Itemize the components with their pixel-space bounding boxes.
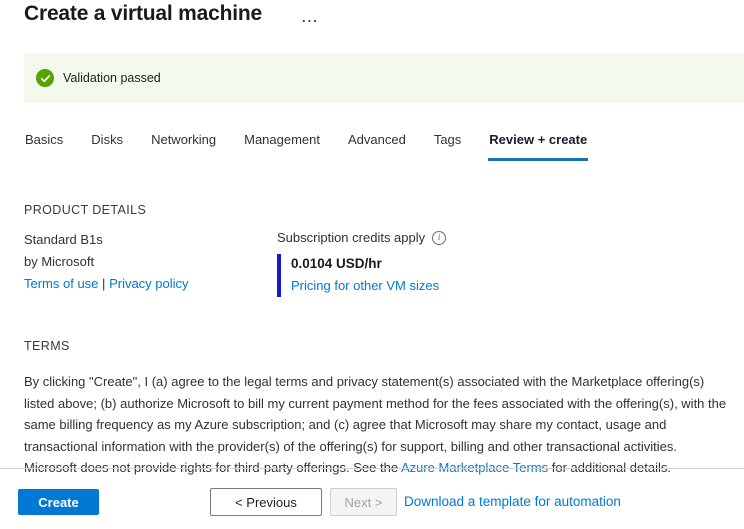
pricing-other-sizes-link[interactable]: Pricing for other VM sizes — [291, 278, 446, 293]
product-legal-links: Terms of use | Privacy policy — [24, 273, 189, 294]
footer-action-bar: Create < Previous Next > Download a temp… — [0, 488, 744, 518]
tab-disks[interactable]: Disks — [90, 132, 124, 161]
tab-basics[interactable]: Basics — [24, 132, 64, 161]
product-publisher: by Microsoft — [24, 251, 189, 272]
product-details-heading: PRODUCT DETAILS — [24, 203, 146, 217]
privacy-policy-link[interactable]: Privacy policy — [109, 276, 188, 291]
validation-banner-text: Validation passed — [63, 71, 161, 85]
subscription-credits-row: Subscription credits apply i — [277, 230, 446, 245]
subscription-credits-label: Subscription credits apply — [277, 230, 425, 245]
create-button[interactable]: Create — [18, 489, 99, 515]
tab-tags[interactable]: Tags — [433, 132, 462, 161]
download-template-link[interactable]: Download a template for automation — [404, 494, 621, 509]
terms-paragraph: By clicking "Create", I (a) agree to the… — [24, 371, 731, 479]
success-check-icon — [36, 69, 54, 87]
next-button[interactable]: Next > — [330, 488, 397, 516]
footer-divider — [0, 468, 744, 469]
product-summary: Standard B1s by Microsoft Terms of use |… — [24, 229, 189, 295]
wizard-tabs: Basics Disks Networking Management Advan… — [24, 132, 614, 161]
product-name: Standard B1s — [24, 229, 189, 250]
tab-management[interactable]: Management — [243, 132, 321, 161]
price-value: 0.0104 USD/hr — [291, 256, 446, 271]
tab-advanced[interactable]: Advanced — [347, 132, 407, 161]
page-header: Create a virtual machine ... — [24, 2, 319, 26]
page-title: Create a virtual machine — [24, 2, 262, 26]
more-menu-icon[interactable]: ... — [302, 5, 319, 24]
price-block: 0.0104 USD/hr Pricing for other VM sizes — [277, 254, 446, 297]
tab-networking[interactable]: Networking — [150, 132, 217, 161]
terms-heading: TERMS — [24, 339, 70, 353]
terms-of-use-link[interactable]: Terms of use — [24, 276, 98, 291]
pricing-summary: Subscription credits apply i 0.0104 USD/… — [277, 230, 446, 297]
previous-button[interactable]: < Previous — [210, 488, 322, 516]
tab-review-create[interactable]: Review + create — [488, 132, 588, 161]
link-separator: | — [102, 276, 105, 291]
info-icon[interactable]: i — [432, 231, 446, 245]
create-vm-page: Create a virtual machine ... Validation … — [0, 0, 744, 529]
validation-banner: Validation passed — [24, 53, 744, 103]
